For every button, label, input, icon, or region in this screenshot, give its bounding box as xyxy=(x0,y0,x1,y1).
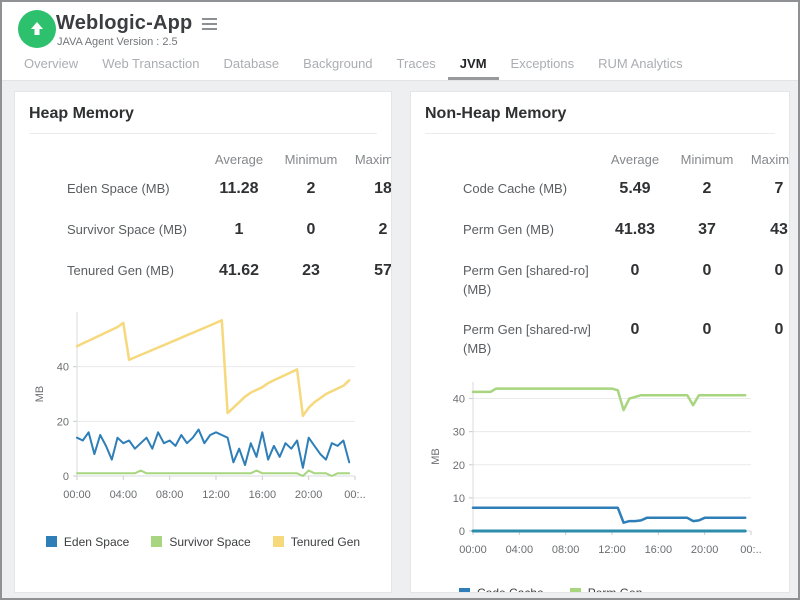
tab-web-transaction[interactable]: Web Transaction xyxy=(90,48,211,80)
svg-text:MB: MB xyxy=(34,385,46,402)
col-average: Average xyxy=(599,152,671,167)
heap-chart-legend: Eden Space Survivor Space Tenured Gen xyxy=(15,535,391,549)
non-heap-chart-legend: Code Cache Perm Gen Perm Gen [shared-ro] xyxy=(459,586,789,593)
table-row: Survivor Space (MB) 1 0 2 xyxy=(55,210,392,251)
legend-eden-space[interactable]: Eden Space xyxy=(46,535,129,549)
app-window: Weblogic-App JAVA Agent Version : 2.5 Ov… xyxy=(0,0,800,600)
heap-stats-table: Average Minimum Maximum Eden Space (MB) … xyxy=(55,144,392,292)
svg-text:20: 20 xyxy=(453,460,465,472)
divider xyxy=(425,133,775,134)
col-maximum: Maximum xyxy=(347,152,392,167)
table-row: Code Cache (MB) 5.49 2 7 xyxy=(451,169,790,210)
legend-swatch xyxy=(151,536,162,547)
svg-text:00:00: 00:00 xyxy=(459,544,487,556)
svg-text:20:00: 20:00 xyxy=(691,544,719,556)
svg-text:10: 10 xyxy=(453,493,465,505)
svg-text:MB: MB xyxy=(430,448,442,465)
divider xyxy=(29,133,377,134)
svg-text:12:00: 12:00 xyxy=(202,489,230,501)
tab-database[interactable]: Database xyxy=(212,48,292,80)
non-heap-stats-table: Average Minimum Maximum Code Cache (MB) … xyxy=(451,144,790,370)
tab-jvm[interactable]: JVM xyxy=(448,48,499,80)
heap-memory-chart[interactable]: 0 20 40 00:00 04:00 08:00 12:00 16:00 20:00 00:..… xyxy=(31,304,365,504)
app-status-icon xyxy=(18,10,56,48)
legend-survivor-space[interactable]: Survivor Space xyxy=(151,535,250,549)
menu-icon[interactable] xyxy=(200,16,219,32)
svg-text:0: 0 xyxy=(63,471,69,483)
svg-text:12:00: 12:00 xyxy=(598,544,626,556)
non-heap-memory-chart[interactable]: 0 10 20 30 40 00:00 04:00 08:00 12:00 16:00 20:00 0… xyxy=(427,374,761,559)
non-heap-memory-panel: Non-Heap Memory Average Minimum Maximum … xyxy=(410,91,790,593)
svg-text:16:00: 16:00 xyxy=(645,544,673,556)
header: Weblogic-App JAVA Agent Version : 2.5 Ov… xyxy=(2,2,798,80)
agent-version-label: JAVA Agent Version : 2.5 xyxy=(57,36,178,48)
legend-swatch xyxy=(46,536,57,547)
svg-text:40: 40 xyxy=(57,361,69,373)
svg-text:30: 30 xyxy=(453,427,465,439)
table-row: Tenured Gen (MB) 41.62 23 57 xyxy=(55,251,392,292)
panel-title: Non-Heap Memory xyxy=(411,92,789,133)
col-average: Average xyxy=(203,152,275,167)
svg-text:16:00: 16:00 xyxy=(249,489,277,501)
content-area: Heap Memory Average Minimum Maximum Eden… xyxy=(2,80,798,598)
tab-rum-analytics[interactable]: RUM Analytics xyxy=(586,48,695,80)
legend-swatch xyxy=(273,536,284,547)
legend-swatch xyxy=(459,588,470,593)
panel-title: Heap Memory xyxy=(15,92,391,133)
table-row: Eden Space (MB) 11.28 2 18 xyxy=(55,169,392,210)
svg-text:08:00: 08:00 xyxy=(156,489,184,501)
tab-overview[interactable]: Overview xyxy=(12,48,90,80)
svg-text:08:00: 08:00 xyxy=(552,544,580,556)
svg-text:00:00: 00:00 xyxy=(63,489,91,501)
svg-text:20:00: 20:00 xyxy=(295,489,323,501)
legend-perm-gen[interactable]: Perm Gen xyxy=(570,586,643,593)
svg-text:00:..: 00:.. xyxy=(740,544,761,556)
tab-background[interactable]: Background xyxy=(291,48,384,80)
legend-tenured-gen[interactable]: Tenured Gen xyxy=(273,535,360,549)
svg-text:20: 20 xyxy=(57,416,69,428)
col-maximum: Maximum xyxy=(743,152,790,167)
col-minimum: Minimum xyxy=(275,152,347,167)
heap-memory-panel: Heap Memory Average Minimum Maximum Eden… xyxy=(14,91,392,593)
arrow-up-icon xyxy=(27,19,47,39)
tab-traces[interactable]: Traces xyxy=(385,48,448,80)
svg-text:40: 40 xyxy=(453,394,465,406)
table-row: Perm Gen [shared-rw] (MB) 0 0 0 xyxy=(451,310,790,370)
table-row: Perm Gen [shared-ro] (MB) 0 0 0 xyxy=(451,251,790,311)
svg-text:0: 0 xyxy=(459,526,465,538)
svg-text:04:00: 04:00 xyxy=(110,489,138,501)
page-title: Weblogic-App xyxy=(56,12,192,35)
legend-swatch xyxy=(570,588,581,593)
svg-text:04:00: 04:00 xyxy=(506,544,534,556)
svg-text:00:..: 00:.. xyxy=(344,489,365,501)
col-minimum: Minimum xyxy=(671,152,743,167)
legend-code-cache[interactable]: Code Cache xyxy=(459,586,544,593)
tab-exceptions[interactable]: Exceptions xyxy=(499,48,587,80)
tab-bar: Overview Web Transaction Database Backgr… xyxy=(12,48,695,80)
table-row: Perm Gen (MB) 41.83 37 43 xyxy=(451,210,790,251)
